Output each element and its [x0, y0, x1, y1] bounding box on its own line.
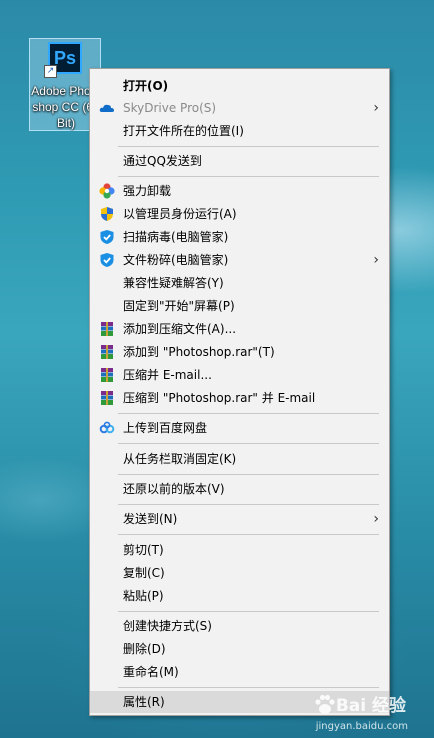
menu-item-label: 删除(D) — [123, 642, 166, 656]
tencent-pc-manager-icon — [99, 252, 115, 268]
menu-item-restore-previous-versions[interactable]: 还原以前的版本(V) — [90, 478, 389, 500]
menu-item-compatibility[interactable]: 兼容性疑难解答(Y) — [90, 272, 389, 294]
menu-item-label: 打开文件所在的位置(I) — [123, 124, 244, 138]
menu-item-label: 创建快捷方式(S) — [123, 619, 212, 633]
menu-item-cut[interactable]: 剪切(T) — [90, 539, 389, 561]
shortcut-arrow-icon: ↗ — [44, 65, 57, 78]
menu-item-run-as-admin[interactable]: 以管理员身份运行(A) — [90, 203, 389, 225]
menu-separator — [118, 146, 379, 147]
menu-item-label: 兼容性疑难解答(Y) — [123, 276, 224, 290]
menu-item-unpin-from-taskbar[interactable]: 从任务栏取消固定(K) — [90, 448, 389, 470]
menu-item-label: 重命名(M) — [123, 665, 179, 679]
menu-separator — [118, 611, 379, 612]
menu-item-label: 添加到压缩文件(A)... — [123, 322, 237, 336]
menu-item-label: 扫描病毒(电脑管家) — [123, 230, 229, 244]
menu-item-label: 从任务栏取消固定(K) — [123, 452, 237, 466]
menu-separator — [118, 443, 379, 444]
menu-item-scan-virus[interactable]: 扫描病毒(电脑管家) — [90, 226, 389, 248]
menu-item-compress-and-email[interactable]: 压缩并 E-mail... — [90, 364, 389, 386]
menu-separator — [118, 413, 379, 414]
menu-item-force-uninstall[interactable]: 强力卸载 — [90, 180, 389, 202]
watermark-brand: Bai 经验 — [335, 696, 406, 716]
menu-item-pin-to-start[interactable]: 固定到"开始"屏幕(P) — [90, 295, 389, 317]
menu-item-create-shortcut[interactable]: 创建快捷方式(S) — [90, 615, 389, 637]
submenu-arrow-icon: › — [373, 100, 379, 116]
winrar-icon — [99, 390, 115, 406]
menu-item-upload-baidu-netdisk[interactable]: 上传到百度网盘 — [90, 417, 389, 439]
onedrive-icon — [99, 100, 115, 116]
submenu-arrow-icon: › — [373, 252, 379, 268]
menu-item-add-to-archive[interactable]: 添加到压缩文件(A)... — [90, 318, 389, 340]
menu-item-delete[interactable]: 删除(D) — [90, 638, 389, 660]
menu-item-copy[interactable]: 复制(C) — [90, 562, 389, 584]
watermark-url: jingyan.baidu.com — [315, 721, 408, 732]
menu-item-label: 复制(C) — [123, 566, 165, 580]
menu-separator — [118, 534, 379, 535]
menu-item-label: 文件粉碎(电脑管家) — [123, 253, 229, 267]
submenu-arrow-icon: › — [373, 511, 379, 527]
menu-item-send-via-qq[interactable]: 通过QQ发送到 — [90, 150, 389, 172]
menu-item-label: 打开(O) — [123, 79, 169, 93]
menu-item-rename[interactable]: 重命名(M) — [90, 661, 389, 683]
tencent-pc-manager-icon — [99, 229, 115, 245]
menu-item-label: 固定到"开始"屏幕(P) — [123, 299, 235, 313]
baidu-netdisk-icon — [99, 420, 115, 436]
menu-item-label: 发送到(N) — [123, 512, 178, 526]
menu-item-open[interactable]: 打开(O) — [90, 75, 389, 97]
menu-item-label: 压缩到 "Photoshop.rar" 并 E-mail — [123, 391, 316, 405]
menu-separator — [118, 474, 379, 475]
menu-item-label: 还原以前的版本(V) — [123, 482, 225, 496]
menu-item-label: 以管理员身份运行(A) — [123, 207, 237, 221]
menu-item-label: 粘贴(P) — [123, 589, 164, 603]
menu-item-label: 剪切(T) — [123, 543, 164, 557]
menu-item-add-to-photoshop-rar[interactable]: 添加到 "Photoshop.rar"(T) — [90, 341, 389, 363]
menu-item-label: 压缩并 E-mail... — [123, 368, 212, 382]
menu-separator — [118, 176, 379, 177]
menu-separator — [118, 687, 379, 688]
menu-item-paste[interactable]: 粘贴(P) — [90, 585, 389, 607]
uninstall-icon — [99, 183, 115, 199]
menu-item-label: 上传到百度网盘 — [123, 421, 208, 435]
menu-item-send-to[interactable]: 发送到(N) › — [90, 508, 389, 530]
context-menu: 打开(O) SkyDrive Pro(S) › 打开文件所在的位置(I) 通过Q… — [89, 68, 390, 716]
menu-separator — [118, 504, 379, 505]
uac-shield-icon — [99, 206, 115, 222]
menu-item-label: 属性(R) — [123, 695, 165, 709]
winrar-icon — [99, 367, 115, 383]
winrar-icon — [99, 344, 115, 360]
menu-item-label: 强力卸载 — [123, 184, 172, 198]
baidu-paw-icon — [315, 694, 335, 714]
menu-item-label: 通过QQ发送到 — [123, 154, 202, 168]
menu-item-label: SkyDrive Pro(S) — [123, 101, 217, 115]
menu-item-skydrive-pro[interactable]: SkyDrive Pro(S) › — [90, 97, 389, 119]
menu-item-compress-to-rar-and-email[interactable]: 压缩到 "Photoshop.rar" 并 E-mail — [90, 387, 389, 409]
menu-item-file-shredder[interactable]: 文件粉碎(电脑管家) › — [90, 249, 389, 271]
menu-item-open-file-location[interactable]: 打开文件所在的位置(I) — [90, 120, 389, 142]
winrar-icon — [99, 321, 115, 337]
menu-item-label: 添加到 "Photoshop.rar"(T) — [123, 345, 275, 359]
